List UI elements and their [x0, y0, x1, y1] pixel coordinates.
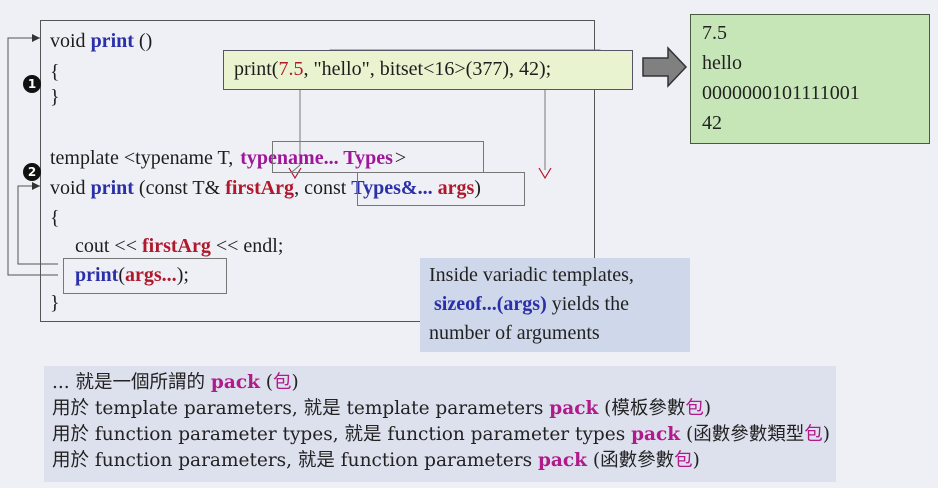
keyword-void: void: [50, 177, 91, 199]
text: 用於 function parameters, 就是 function para…: [52, 450, 538, 471]
args-expansion: args...: [125, 264, 177, 286]
output-line: 7.5: [702, 22, 727, 44]
types-pack-highlight: [357, 172, 525, 206]
text: (函數參數: [586, 450, 675, 471]
pack-term: pack: [210, 372, 260, 393]
function-name-print: print: [90, 30, 134, 52]
code-brace-open-1: {: [50, 61, 60, 83]
note-line-1: Inside variadic templates,: [429, 264, 634, 286]
code-brace-close-1: }: [50, 86, 60, 108]
explanation-line-4: 用於 function parameters, 就是 function para…: [44, 448, 836, 474]
function-name-print: print: [75, 264, 119, 286]
explanation-line-2: 用於 template parameters, 就是 template para…: [44, 396, 836, 422]
call-rest: , bitset<16>(377), 42);: [369, 58, 552, 80]
code-brace-close-2: }: [50, 292, 60, 314]
text: ): [822, 424, 830, 445]
text: ): [692, 450, 700, 471]
sizeof-note: Inside variadic templates, sizeof...(arg…: [420, 258, 690, 352]
call-arg-7-5: 7.5: [278, 58, 304, 80]
call-example-text: print(7.5, "hello", bitset<16>(377), 42)…: [234, 56, 551, 82]
output-line: hello: [702, 52, 742, 74]
text: (函數參數類型: [680, 424, 805, 445]
bao-term: 包: [685, 398, 704, 419]
keyword-void: void: [50, 30, 91, 52]
pack-term: pack: [631, 424, 681, 445]
output-line: 0000000101111001: [702, 82, 860, 104]
output-lines: 7.5 hello 0000000101111001 42: [702, 18, 860, 138]
pack-term: pack: [549, 398, 599, 419]
bao-term: 包: [804, 424, 823, 445]
template-prefix: template <typename T,: [50, 147, 239, 169]
text: ... 就是一個所謂的: [52, 372, 211, 393]
note-line-2: sizeof...(args) yields the: [420, 290, 690, 319]
cout-suffix: << endl;: [210, 235, 284, 257]
code-line-cout: cout << firstArg << endl;: [75, 233, 283, 259]
call-prefix: print(: [234, 58, 279, 80]
comma: ,: [294, 177, 305, 199]
sizeof-expression: sizeof...(args): [434, 293, 547, 315]
bao-term: 包: [674, 450, 693, 471]
bullet-2: 2: [23, 163, 41, 181]
param-firstArg: firstArg: [225, 177, 295, 199]
pack-explanation: ... 就是一個所謂的 pack (包) 用於 template paramet…: [44, 366, 836, 482]
bullet-1: 1: [23, 75, 41, 93]
code-line-recursive-print: print(args...);: [75, 262, 189, 288]
firstArg-ref: firstArg: [142, 235, 211, 257]
output-line: 42: [702, 112, 722, 134]
param-prefix: (const T&: [133, 177, 226, 199]
open-paren: (: [118, 264, 126, 286]
close-stmt: );: [176, 264, 189, 286]
text: ): [703, 398, 712, 419]
bao-term: 包: [273, 372, 292, 393]
pack-term: pack: [537, 450, 587, 471]
template-pack-highlight: [272, 141, 484, 173]
call-arg-hello: "hello": [313, 58, 370, 80]
note-text: yields the: [546, 293, 629, 315]
function-name-print: print: [90, 177, 134, 199]
cout-prefix: cout <<: [75, 235, 142, 257]
code-brace-open-2: {: [50, 207, 60, 229]
text: ): [291, 372, 299, 393]
text: (: [259, 372, 274, 393]
text: 用於 template parameters, 就是 template para…: [52, 398, 550, 419]
text: 用於 function parameter types, 就是 function…: [52, 424, 632, 445]
code-line-print-base: void print (): [50, 28, 152, 54]
explanation-line-1: ... 就是一個所謂的 pack (包): [44, 366, 836, 396]
explanation-line-3: 用於 function parameter types, 就是 function…: [44, 422, 836, 448]
const-keyword: const: [304, 177, 352, 199]
note-line-3: number of arguments: [429, 322, 600, 344]
comma: ,: [303, 58, 314, 80]
parens: (): [133, 30, 153, 52]
text: (模板參數: [598, 398, 686, 419]
